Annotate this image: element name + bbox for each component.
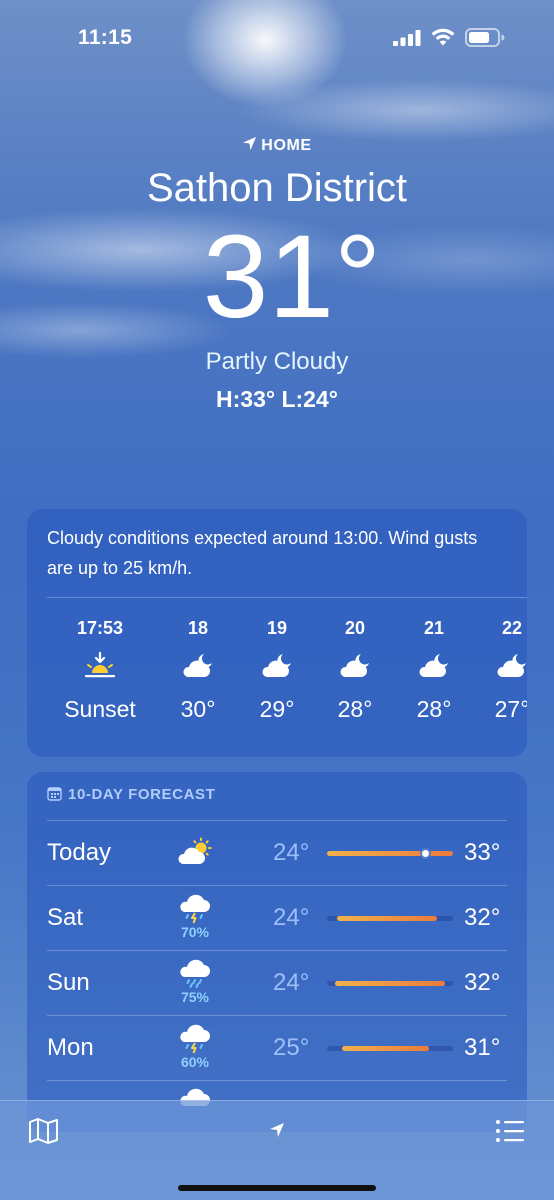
hour-temp: 29° — [259, 696, 295, 722]
temperature-range-fill — [334, 981, 446, 986]
bottom-toolbar — [0, 1100, 554, 1200]
ten-day-forecast-card[interactable]: 10-DAY FORECAST Today 24° 33° Sat 70% 24… — [27, 772, 527, 1132]
temperature-range-fill — [337, 916, 437, 921]
hour-item: 18 30° — [158, 615, 238, 727]
temperature-range-fill — [342, 1046, 430, 1051]
forecast-row[interactable]: Today 24° 33° — [27, 821, 527, 885]
temperature-range-fill — [327, 851, 453, 856]
condition-text: Partly Cloudy — [205, 348, 349, 375]
hour-temp: 28° — [337, 696, 373, 722]
cloud-rain-icon — [180, 959, 210, 988]
forecast-low: 24° — [273, 904, 310, 931]
forecast-title: 10-DAY FORECAST — [47, 786, 215, 803]
hour-time: 22 — [501, 618, 523, 638]
city-name: Sathon District — [146, 166, 408, 210]
hour-item: 22 27° — [472, 615, 527, 727]
forecast-low: 24° — [273, 969, 310, 996]
sunset-icon — [60, 641, 140, 691]
cloud-moon-icon — [315, 641, 395, 691]
forecast-day: Sat — [47, 904, 84, 931]
cloud-moon-icon — [237, 641, 317, 691]
temperature-range-bar — [327, 981, 453, 986]
hour-time: 17:53 — [76, 618, 124, 638]
home-indicator — [178, 1185, 376, 1191]
home-location-label: HOME — [0, 136, 554, 155]
forecast-row[interactable]: Sat 70% 24° 32° — [27, 886, 527, 950]
hour-temp: 28° — [416, 696, 452, 722]
current-temperature: 31° — [202, 211, 382, 343]
hour-temp: 30° — [180, 696, 216, 722]
forecast-high: 32° — [464, 904, 501, 931]
forecast-title-text: 10-DAY FORECAST — [68, 786, 216, 803]
card-divider — [47, 597, 527, 598]
card-divider — [47, 1080, 507, 1081]
battery-icon — [465, 28, 505, 47]
cloud-rain-lightning-icon — [180, 1024, 210, 1054]
list-icon[interactable] — [494, 1117, 526, 1145]
cellular-signal-icon — [393, 30, 421, 46]
status-time: 11:15 — [78, 26, 133, 49]
high-low-text: H:33° L:24° — [216, 386, 338, 412]
forecast-icon-group: 60% — [173, 1024, 217, 1070]
home-label-text: HOME — [261, 137, 312, 154]
hour-item: 19 29° — [237, 615, 317, 727]
forecast-low: 25° — [273, 1034, 310, 1061]
forecast-day: Sun — [47, 969, 90, 996]
hour-item: 21 28° — [394, 615, 474, 727]
precipitation-chance: 60% — [180, 1054, 210, 1070]
forecast-row[interactable]: Mon 60% 25° 31° — [27, 1016, 527, 1080]
wifi-icon — [431, 28, 455, 46]
cloud-moon-icon — [472, 641, 527, 691]
status-bar: 11:15 — [0, 0, 554, 76]
location-arrow-icon[interactable] — [268, 1121, 286, 1139]
forecast-row[interactable]: Sun 75% 24° 32° — [27, 951, 527, 1015]
forecast-icon-group: 70% — [173, 894, 217, 940]
hour-temp: 27° — [494, 696, 527, 722]
hourly-summary: Cloudy conditions expected around 13:00.… — [47, 528, 478, 578]
forecast-high: 33° — [464, 839, 501, 866]
hour-item: 20 28° — [315, 615, 395, 727]
forecast-icon-group: 75% — [173, 959, 217, 1005]
hour-time: 19 — [266, 618, 288, 638]
cloud-moon-icon — [158, 641, 238, 691]
temperature-range-bar — [327, 916, 453, 921]
calendar-icon — [47, 787, 62, 801]
hour-time: 21 — [423, 618, 445, 638]
forecast-day: Mon — [47, 1034, 94, 1061]
cloud-moon-icon — [394, 641, 474, 691]
current-temp-dot — [420, 848, 432, 859]
temperature-range-bar — [327, 848, 453, 859]
precipitation-chance: 75% — [180, 989, 210, 1005]
forecast-day: Today — [47, 839, 112, 866]
forecast-high: 31° — [464, 1034, 501, 1061]
cloud-rain-lightning-icon — [180, 894, 210, 924]
location-arrow-icon — [243, 136, 257, 151]
forecast-low: 24° — [273, 839, 310, 866]
hour-item: 17:53 Sunset — [60, 615, 140, 727]
forecast-high: 32° — [464, 969, 501, 996]
hourly-forecast-card[interactable]: Cloudy conditions expected around 13:00.… — [27, 509, 527, 757]
temperature-range-bar — [327, 1046, 453, 1051]
hour-time: 20 — [344, 618, 366, 638]
hour-temp: Sunset — [64, 696, 136, 722]
precipitation-chance: 70% — [180, 924, 210, 940]
cloud-sun-icon — [173, 837, 217, 867]
hour-time: 18 — [187, 618, 209, 638]
map-icon[interactable] — [28, 1117, 60, 1145]
